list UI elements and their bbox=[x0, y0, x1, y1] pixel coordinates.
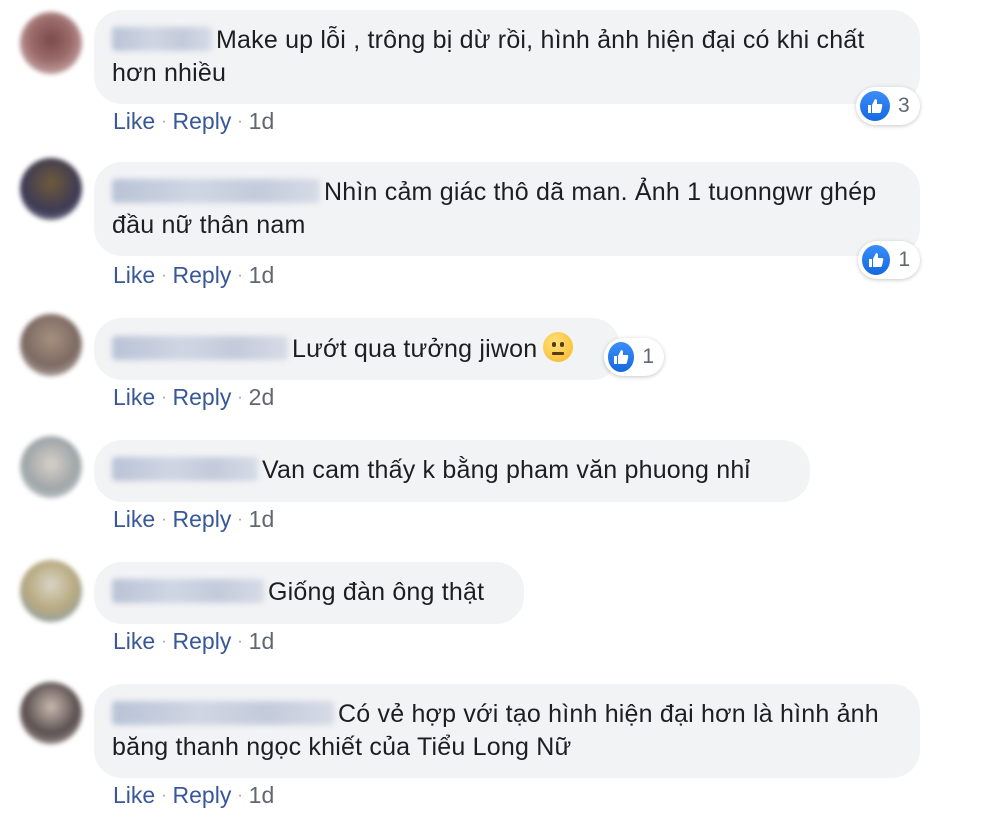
separator: · bbox=[161, 113, 167, 130]
avatar[interactable] bbox=[20, 158, 82, 220]
commenter-name[interactable] bbox=[112, 179, 320, 203]
comment-actions: Like · Reply · 1d bbox=[113, 782, 274, 809]
comment-text: Make up lỗi , trông bị dừ rồi, hình ảnh … bbox=[112, 26, 865, 87]
commenter-name[interactable] bbox=[112, 579, 264, 603]
timestamp[interactable]: 1d bbox=[249, 782, 275, 808]
comment-bubble: Giống đàn ông thật bbox=[94, 562, 524, 624]
like-icon bbox=[608, 342, 635, 372]
comment-text: Van cam thấy k bằng pham văn phuong nhỉ bbox=[262, 456, 751, 484]
avatar[interactable] bbox=[20, 436, 82, 498]
timestamp[interactable]: 1d bbox=[249, 108, 275, 134]
separator: · bbox=[237, 511, 243, 528]
avatar[interactable] bbox=[20, 560, 82, 622]
timestamp[interactable]: 1d bbox=[249, 628, 275, 654]
separator: · bbox=[237, 787, 243, 804]
separator: · bbox=[237, 113, 243, 130]
commenter-name[interactable] bbox=[112, 336, 288, 360]
reply-link[interactable]: Reply bbox=[173, 506, 232, 532]
reply-link[interactable]: Reply bbox=[173, 628, 232, 654]
neutral-face-emoji bbox=[543, 332, 574, 362]
separator: · bbox=[161, 267, 167, 284]
like-icon bbox=[862, 245, 891, 275]
avatar[interactable] bbox=[20, 12, 82, 74]
timestamp[interactable]: 2d bbox=[249, 384, 275, 410]
comment-bubble: Van cam thấy k bằng pham văn phuong nhỉ bbox=[94, 440, 810, 502]
comment-actions: Like · Reply · 1d bbox=[113, 506, 274, 533]
commenter-name[interactable] bbox=[112, 27, 212, 51]
commenter-name[interactable] bbox=[112, 457, 258, 481]
reaction-count[interactable]: 1 bbox=[858, 241, 920, 279]
separator: · bbox=[237, 633, 243, 650]
comment-bubble: Make up lỗi , trông bị dừ rồi, hình ảnh … bbox=[94, 10, 920, 104]
comment-bubble: Có vẻ hợp với tạo hình hiện đại hơn là h… bbox=[94, 684, 920, 778]
comment-bubble: Nhìn cảm giác thô dã man. Ảnh 1 tuonngwr… bbox=[94, 162, 920, 256]
comment-actions: Like · Reply · 1d bbox=[113, 628, 274, 655]
reaction-count[interactable]: 3 bbox=[856, 87, 920, 125]
like-link[interactable]: Like bbox=[113, 262, 155, 288]
like-icon bbox=[860, 91, 890, 121]
like-link[interactable]: Like bbox=[113, 384, 155, 410]
separator: · bbox=[237, 267, 243, 284]
comment-text: Lướt qua tưởng jiwon bbox=[292, 335, 538, 363]
comment-text: Giống đàn ông thật bbox=[268, 578, 485, 606]
reply-link[interactable]: Reply bbox=[173, 384, 232, 410]
separator: · bbox=[161, 633, 167, 650]
avatar[interactable] bbox=[20, 314, 82, 376]
reply-link[interactable]: Reply bbox=[173, 108, 232, 134]
timestamp[interactable]: 1d bbox=[249, 262, 275, 288]
comment-actions: Like · Reply · 1d bbox=[113, 262, 274, 289]
comment-actions: Like · Reply · 2d bbox=[113, 384, 274, 411]
like-link[interactable]: Like bbox=[113, 506, 155, 532]
comment-actions: Like · Reply · 1d bbox=[113, 108, 274, 135]
separator: · bbox=[161, 389, 167, 406]
reply-link[interactable]: Reply bbox=[173, 262, 232, 288]
reaction-count[interactable]: 1 bbox=[604, 338, 664, 376]
like-link[interactable]: Like bbox=[113, 782, 155, 808]
comment-bubble: Lướt qua tưởng jiwon bbox=[94, 318, 620, 380]
avatar[interactable] bbox=[20, 682, 82, 744]
commenter-name[interactable] bbox=[112, 701, 334, 725]
timestamp[interactable]: 1d bbox=[249, 506, 275, 532]
reply-link[interactable]: Reply bbox=[173, 782, 232, 808]
separator: · bbox=[161, 511, 167, 528]
like-link[interactable]: Like bbox=[113, 628, 155, 654]
separator: · bbox=[237, 389, 243, 406]
separator: · bbox=[161, 787, 167, 804]
like-link[interactable]: Like bbox=[113, 108, 155, 134]
